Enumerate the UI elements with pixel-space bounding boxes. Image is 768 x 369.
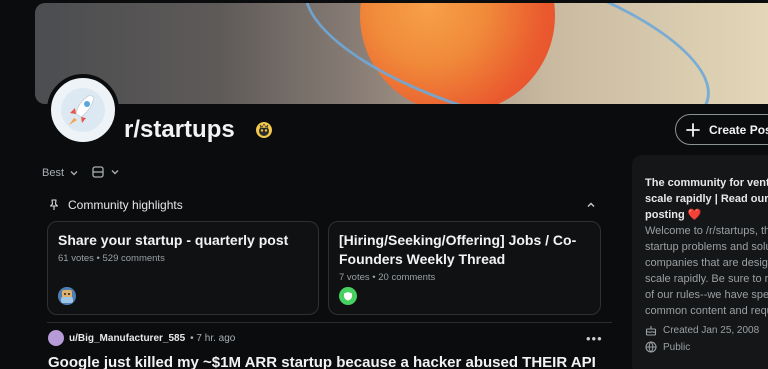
layout-icon: [92, 166, 104, 178]
highlight-card-meta: 61 votes • 529 comments: [58, 253, 165, 264]
cake-icon: [645, 326, 657, 336]
create-post-label: Create Post: [709, 122, 768, 137]
rocket-icon: [61, 88, 105, 132]
community-banner: [35, 3, 768, 104]
highlight-card[interactable]: [Hiring/Seeking/Offering] Jobs / Co-Foun…: [328, 221, 601, 315]
post-author-link[interactable]: u/Big_Manufacturer_585: [69, 333, 185, 344]
mod-shield-icon: [339, 287, 357, 305]
globe-icon: [645, 341, 657, 353]
avatar[interactable]: [48, 330, 64, 346]
banner-orbit-ring: [284, 3, 730, 104]
sidebar-desc-line: companies that are desig: [645, 257, 768, 269]
highlights-title: Community highlights: [68, 198, 183, 212]
sidebar-desc-line: of our rules--we have spe: [645, 289, 768, 301]
community-sidebar: The community for vent scale rapidly | R…: [632, 155, 768, 369]
sidebar-desc-line: scale rapidly. Be sure to r: [645, 273, 768, 285]
community-title: r/startups: [124, 116, 235, 143]
community-avatar[interactable]: [47, 74, 119, 146]
sidebar-created: Created Jan 25, 2008: [663, 324, 760, 336]
plus-icon: [686, 122, 700, 137]
sidebar-heading-line: scale rapidly | Read our: [645, 193, 768, 205]
heart-icon: ❤️: [687, 209, 702, 221]
sidebar-desc-line: common content and requ: [645, 305, 768, 317]
sidebar-heading: The community for vent scale rapidly | R…: [645, 175, 768, 223]
highlight-card-title: [Hiring/Seeking/Offering] Jobs / Co-Foun…: [339, 232, 577, 267]
view-layout-dropdown[interactable]: [92, 166, 120, 178]
chevron-down-icon: [70, 171, 78, 176]
post-more-options-button[interactable]: •••: [586, 331, 603, 346]
chevron-down-icon: [111, 170, 119, 175]
sidebar-desc-line: Welcome to /r/startups, th: [645, 225, 768, 237]
community-highlights-header: Community highlights: [48, 198, 183, 212]
author-avatar-icon: [58, 287, 76, 305]
sidebar-visibility-row: Public: [645, 341, 768, 353]
sidebar-visibility: Public: [663, 341, 691, 353]
sort-label: Best: [42, 167, 65, 179]
sidebar-desc-line: startup problems and solu: [645, 241, 768, 253]
chevron-up-icon[interactable]: [585, 199, 597, 211]
mod-shield-icon[interactable]: [255, 121, 273, 139]
highlight-card-title: Share your startup - quarterly post: [58, 232, 289, 248]
sidebar-created-row: Created Jan 25, 2008: [645, 324, 768, 336]
sidebar-heading-text: posting: [645, 209, 685, 221]
sidebar-description: Welcome to /r/startups, th startup probl…: [645, 223, 768, 319]
sidebar-heading-line: The community for vent: [645, 177, 768, 189]
create-post-button[interactable]: Create Post: [675, 114, 768, 145]
highlight-card[interactable]: Share your startup - quarterly post 61 v…: [47, 221, 319, 315]
pin-icon: [49, 199, 59, 210]
highlight-card-meta: 7 votes • 20 comments: [339, 272, 436, 283]
post-time: • 7 hr. ago: [190, 332, 236, 344]
sort-dropdown[interactable]: Best: [42, 167, 79, 179]
post-meta: u/Big_Manufacturer_585 • 7 hr. ago: [48, 330, 235, 346]
feed-divider: [47, 322, 612, 323]
post-title-link[interactable]: Google just killed my ~$1M ARR startup b…: [48, 354, 608, 369]
sidebar-heading-line: posting ❤️: [645, 207, 768, 223]
